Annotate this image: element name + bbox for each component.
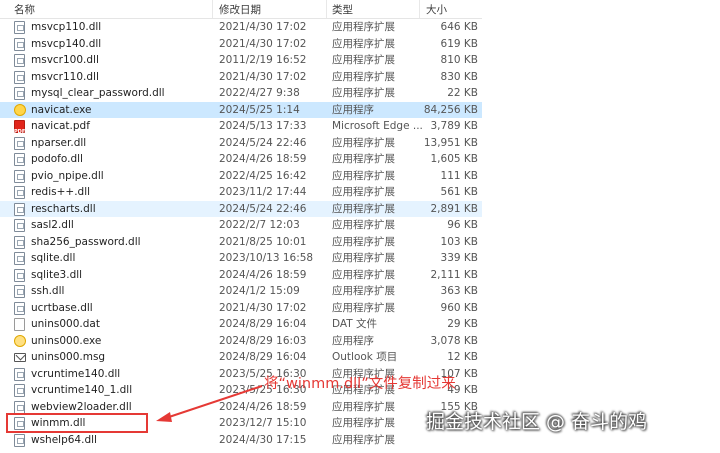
annotation-text: 将“winmm.dll”文件复制过来: [264, 376, 456, 392]
watermark-text: 掘金技术社区 @ 奋斗的鸡: [426, 411, 648, 433]
